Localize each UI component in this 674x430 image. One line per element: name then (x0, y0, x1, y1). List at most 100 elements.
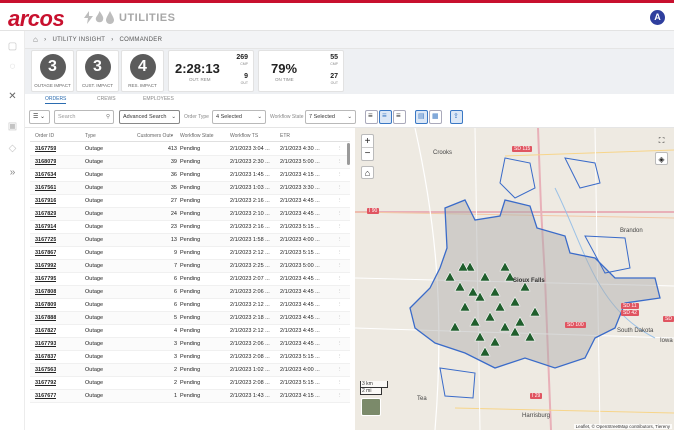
order-id-link[interactable]: 3167792 (35, 380, 56, 386)
order-id-link[interactable]: 3167809 (35, 302, 56, 308)
row-menu-icon[interactable]: ⋮ (337, 237, 343, 243)
order-id-link[interactable]: 3167829 (35, 211, 56, 217)
order-id-link[interactable]: 3167916 (35, 198, 56, 204)
table-row[interactable]: 3167634 Outage 36 Pending 2/1/2023 1:45 ... 2… (30, 169, 350, 182)
layout-list-button[interactable]: ≡ (365, 110, 378, 124)
col-customers-out[interactable]: Customers Out▾ (137, 133, 173, 139)
minimap-thumbnail[interactable] (361, 398, 381, 416)
tab-orders[interactable]: ORDERS (45, 96, 67, 104)
table-row[interactable]: 3168079 Outage 39 Pending 2/1/2023 2:30 ... 2… (30, 156, 350, 169)
col-workflow-ts[interactable]: Workflow TS (230, 133, 258, 139)
order-id-link[interactable]: 3167795 (35, 276, 56, 282)
table-row[interactable]: 3167809 Outage 6 Pending 2/1/2023 2:12 ... 2/… (30, 299, 350, 312)
order-id-link[interactable]: 3167827 (35, 328, 56, 334)
row-menu-icon[interactable]: ⋮ (337, 393, 343, 399)
breadcrumb-item[interactable]: UTILITY INSIGHT (52, 37, 105, 43)
order-id-link[interactable]: 3167793 (35, 341, 56, 347)
row-menu-icon[interactable]: ⋮ (337, 302, 343, 308)
table-row[interactable]: 3167808 Outage 6 Pending 2/1/2023 2:06 ... 2/… (30, 286, 350, 299)
order-id-link[interactable]: 3167759 (35, 146, 56, 152)
row-menu-icon[interactable]: ⋮ (337, 224, 343, 230)
fullscreen-button[interactable]: ⛶ (655, 134, 668, 147)
workflow-state-select[interactable]: 7 Selected ⌄ (305, 110, 356, 124)
row-menu-icon[interactable]: ⋮ (337, 289, 343, 295)
table-row[interactable]: 3167725 Outage 13 Pending 2/1/2023 1:58 ... 2… (30, 234, 350, 247)
row-menu-icon[interactable]: ⋮ (337, 146, 343, 152)
nav-icon[interactable]: ▣ (7, 121, 18, 132)
nav-icon[interactable]: ▢ (7, 41, 18, 52)
map-home-button[interactable]: ⌂ (361, 166, 374, 179)
table-row[interactable]: 3167837 Outage 3 Pending 2/1/2023 2:08 ... 2/… (30, 351, 350, 364)
table-row[interactable]: 3167759 Outage 413 Pending 2/1/2023 3:04 ...… (30, 143, 350, 156)
table-row[interactable]: 3167793 Outage 3 Pending 2/1/2023 2:06 ... 2/… (30, 338, 350, 351)
arcos-logo[interactable]: arcos (8, 6, 65, 32)
map-view-button[interactable]: ▤ (415, 110, 428, 124)
col-etr[interactable]: ETR (280, 133, 290, 139)
grid-scrollbar[interactable] (347, 143, 350, 165)
order-id-link[interactable]: 3167888 (35, 315, 56, 321)
table-row[interactable]: 3167677 Outage 1 Pending 2/1/2023 1:43 ... 2/… (30, 390, 350, 403)
tab-employees[interactable]: EMPLOYEES (143, 96, 174, 102)
kpi-on-time[interactable]: 79% ON TIME 55 CMP 27 OUT (258, 50, 344, 92)
kpi-cust-impact[interactable]: 3 CUST. IMPACT (76, 50, 119, 92)
table-row[interactable]: 3167992 Outage 7 Pending 2/1/2023 2:25 ... 2/… (30, 260, 350, 273)
row-menu-icon[interactable]: ⋮ (337, 263, 343, 269)
order-id-link[interactable]: 3167808 (35, 289, 56, 295)
order-id-link[interactable]: 3167914 (35, 224, 56, 230)
row-menu-icon[interactable]: ⋮ (337, 354, 343, 360)
advanced-search-button[interactable]: Advanced Search ⌄ (119, 110, 180, 124)
table-row[interactable]: 3167561 Outage 35 Pending 2/1/2023 1:03 ... 2… (30, 182, 350, 195)
layout-split-button[interactable]: ≡ (379, 110, 392, 124)
order-id-link[interactable]: 3168079 (35, 159, 56, 165)
row-menu-icon[interactable]: ⋮ (337, 198, 343, 204)
export-button[interactable]: ⇪ (450, 110, 463, 124)
table-row[interactable]: 3167829 Outage 24 Pending 2/1/2023 2:10 ... 2… (30, 208, 350, 221)
zoom-out-button[interactable]: − (362, 148, 373, 161)
row-menu-icon[interactable]: ⋮ (337, 159, 343, 165)
row-menu-icon[interactable]: ⋮ (337, 380, 343, 386)
row-menu-icon[interactable]: ⋮ (337, 341, 343, 347)
tab-crews[interactable]: CREWS (97, 96, 116, 102)
order-id-link[interactable]: 3167992 (35, 263, 56, 269)
col-order-id[interactable]: Order ID (35, 133, 54, 139)
table-row[interactable]: 3167792 Outage 2 Pending 2/1/2023 2:08 ... 2/… (30, 377, 350, 390)
user-avatar[interactable]: A (650, 10, 665, 25)
row-menu-icon[interactable]: ⋮ (337, 328, 343, 334)
row-menu-icon[interactable]: ⋮ (337, 315, 343, 321)
search-input[interactable]: Search ⚲ (54, 110, 114, 124)
table-row[interactable]: 3167914 Outage 23 Pending 2/1/2023 2:16 ... 2… (30, 221, 350, 234)
breadcrumb-item[interactable]: COMMANDER (120, 37, 163, 43)
card-view-button[interactable]: ▦ (429, 110, 442, 124)
table-row[interactable]: 3167795 Outage 6 Pending 2/1/2023 2:07 ... 2/… (30, 273, 350, 286)
table-row[interactable]: 3167867 Outage 9 Pending 2/1/2023 2:12 ... 2/… (30, 247, 350, 260)
order-id-link[interactable]: 3167837 (35, 354, 56, 360)
row-menu-icon[interactable]: ⋮ (337, 250, 343, 256)
order-id-link[interactable]: 3167725 (35, 237, 56, 243)
row-menu-icon[interactable]: ⋮ (337, 172, 343, 178)
nav-icon[interactable]: ◇ (7, 143, 18, 154)
kpi-outage-timer[interactable]: 2:28:13 OUT. REM 269 CMP 9 OUT (168, 50, 254, 92)
row-menu-icon[interactable]: ⋮ (337, 185, 343, 191)
zoom-in-button[interactable]: + (362, 135, 373, 148)
list-view-dropdown[interactable]: ☰ ⌄ (29, 110, 50, 124)
layers-button[interactable]: ◈ (655, 152, 668, 165)
row-menu-icon[interactable]: ⋮ (337, 367, 343, 373)
tools-icon[interactable]: ✕ (7, 91, 18, 102)
kpi-outage-impact[interactable]: 3 OUTAGE IMPACT (31, 50, 74, 92)
order-id-link[interactable]: 3167561 (35, 185, 56, 191)
table-row[interactable]: 3167827 Outage 4 Pending 2/1/2023 2:12 ... 2/… (30, 325, 350, 338)
table-row[interactable]: 3167916 Outage 27 Pending 2/1/2023 2:16 ... 2… (30, 195, 350, 208)
order-id-link[interactable]: 3167563 (35, 367, 56, 373)
nav-icon[interactable]: ◌ (7, 61, 18, 72)
outage-map[interactable]: + − ⌂ ⛶ ◈ Crooks Brandon Tea Harrisburg … (355, 128, 674, 430)
row-menu-icon[interactable]: ⋮ (337, 276, 343, 282)
kpi-res-impact[interactable]: 4 RES. IMPACT (121, 50, 164, 92)
order-id-link[interactable]: 3167867 (35, 250, 56, 256)
col-workflow-state[interactable]: Workflow State (180, 133, 214, 139)
col-type[interactable]: Type (85, 133, 96, 139)
table-row[interactable]: 3167888 Outage 5 Pending 2/1/2023 2:18 ... 2/… (30, 312, 350, 325)
order-id-link[interactable]: 3167677 (35, 393, 56, 399)
layout-wide-button[interactable]: ≡ (393, 110, 406, 124)
table-row[interactable]: 3167563 Outage 2 Pending 2/1/2023 1:02 ... 2/… (30, 364, 350, 377)
order-type-select[interactable]: 4 Selected ⌄ (212, 110, 266, 124)
